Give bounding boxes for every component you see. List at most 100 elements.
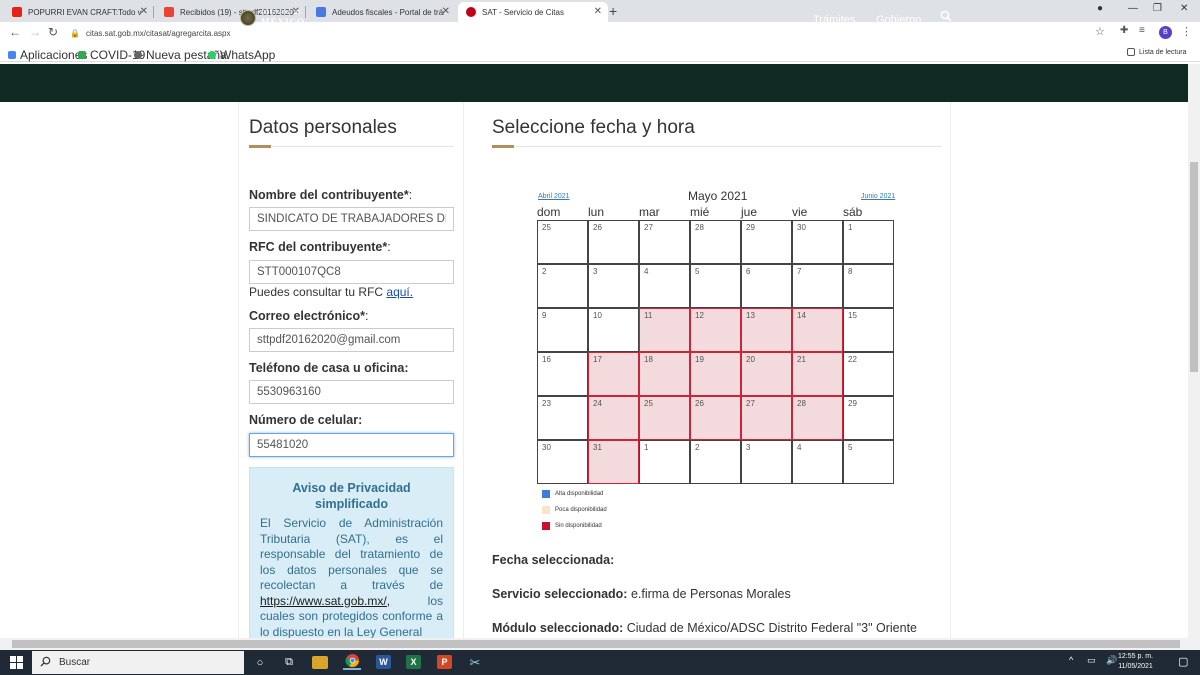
- calendar-day[interactable]: 3: [741, 440, 792, 484]
- home-phone-input[interactable]: [249, 380, 454, 404]
- tab-close-icon[interactable]: ✕: [594, 6, 602, 17]
- maximize-button[interactable]: ❐: [1153, 3, 1162, 14]
- calendar-day-unavailable[interactable]: 26: [690, 396, 741, 440]
- new-tab-button[interactable]: +: [609, 3, 617, 19]
- nav-link-tramites[interactable]: Trámites: [813, 14, 855, 26]
- calendar-day[interactable]: 26: [588, 220, 639, 264]
- calendar-day[interactable]: 8: [843, 264, 894, 308]
- calendar-day[interactable]: 5: [690, 264, 741, 308]
- calendar-day-unavailable[interactable]: 19: [690, 352, 741, 396]
- calendar-day[interactable]: 23: [537, 396, 588, 440]
- taskbar-clock[interactable]: 12:55 p. m. 11/05/2021: [1118, 652, 1153, 672]
- calendar-day[interactable]: 28: [690, 220, 741, 264]
- calendar-day-unavailable[interactable]: 18: [639, 352, 690, 396]
- calendar-day[interactable]: 15: [843, 308, 894, 352]
- profile-avatar[interactable]: B: [1159, 26, 1172, 39]
- calendar-day-unavailable[interactable]: 17: [588, 352, 639, 396]
- calendar-day[interactable]: 25: [537, 220, 588, 264]
- date-time-title: Seleccione fecha y hora: [492, 117, 695, 138]
- legend-label: Alta disponibilidad: [555, 491, 604, 497]
- taskbar-search-box[interactable]: Buscar: [32, 651, 244, 674]
- browser-tab-4[interactable]: SAT - Servicio de Citas ✕: [458, 2, 608, 22]
- calendar-day[interactable]: 29: [843, 396, 894, 440]
- gob-mx-logo[interactable]: GOBIERNO DE MÉXICO: [240, 9, 305, 27]
- calendar-day-unavailable[interactable]: 12: [690, 308, 741, 352]
- reload-icon[interactable]: ↻: [48, 25, 58, 39]
- forward-arrow-icon[interactable]: →: [29, 25, 41, 39]
- back-arrow-icon[interactable]: ←: [9, 25, 21, 39]
- calendar-day[interactable]: 2: [690, 440, 741, 484]
- calendar-day[interactable]: 10: [588, 308, 639, 352]
- calendar-day[interactable]: 30: [792, 220, 843, 264]
- calendar-day[interactable]: 2: [537, 264, 588, 308]
- reading-list[interactable]: Lista de lectura: [1127, 48, 1186, 56]
- sat-website-link[interactable]: https://www.sat.gob.mx/,: [260, 594, 390, 608]
- minimize-button[interactable]: —: [1128, 3, 1138, 14]
- kebab-menu-icon[interactable]: ⋮: [1181, 25, 1192, 38]
- network-icon[interactable]: ▭: [1087, 655, 1096, 666]
- calendar-day-unavailable[interactable]: 31: [588, 440, 639, 484]
- bookmark-4[interactable]: WhatsApp: [208, 48, 275, 62]
- rfc-help: Puedes consultar tu RFC aquí.: [249, 285, 413, 299]
- excel-icon[interactable]: X: [406, 655, 421, 669]
- nav-link-gobierno[interactable]: Gobierno: [876, 14, 921, 26]
- taxpayer-name-input[interactable]: [249, 207, 454, 231]
- tab-close-icon[interactable]: ✕: [442, 6, 450, 17]
- calendar-day-unavailable[interactable]: 25: [639, 396, 690, 440]
- calendar-day-unavailable[interactable]: 27: [741, 396, 792, 440]
- calendar-day[interactable]: 30: [537, 440, 588, 484]
- calendar-day[interactable]: 3: [588, 264, 639, 308]
- cortana-icon[interactable]: ○: [251, 654, 269, 671]
- calendar-day-unavailable[interactable]: 21: [792, 352, 843, 396]
- volume-icon[interactable]: 🔊: [1106, 655, 1117, 666]
- media-control-icon[interactable]: ≡: [1139, 25, 1145, 36]
- horizontal-scroll-thumb[interactable]: [12, 640, 1180, 648]
- calendar-day[interactable]: 16: [537, 352, 588, 396]
- bookmark-1[interactable]: Aplicaciones: [8, 48, 87, 62]
- calendar-day[interactable]: 27: [639, 220, 690, 264]
- vertical-scroll-thumb[interactable]: [1190, 162, 1198, 372]
- calendar-day[interactable]: 29: [741, 220, 792, 264]
- tab-title: POPURRI EVAN CRAFT:Todo va a: [28, 7, 142, 17]
- calendar-day-unavailable[interactable]: 24: [588, 396, 639, 440]
- calendar-day[interactable]: 22: [843, 352, 894, 396]
- snipping-tool-icon[interactable]: ✂: [466, 654, 484, 671]
- calendar-day[interactable]: 6: [741, 264, 792, 308]
- calendar-day-unavailable[interactable]: 14: [792, 308, 843, 352]
- prev-month-link[interactable]: Abril 2021: [538, 193, 570, 200]
- word-icon[interactable]: W: [376, 655, 391, 669]
- browser-tab-1[interactable]: POPURRI EVAN CRAFT:Todo va a ✕: [4, 2, 154, 22]
- tab-close-icon[interactable]: ✕: [140, 6, 148, 17]
- calendar-day[interactable]: 1: [639, 440, 690, 484]
- extensions-puzzle-icon[interactable]: ✚: [1120, 25, 1128, 36]
- email-input[interactable]: [249, 328, 454, 352]
- notifications-icon[interactable]: ▢: [1178, 655, 1188, 668]
- next-month-link[interactable]: Junio 2021: [861, 193, 895, 200]
- calendar-day-unavailable[interactable]: 28: [792, 396, 843, 440]
- calendar-day[interactable]: 9: [537, 308, 588, 352]
- calendar-day[interactable]: 7: [792, 264, 843, 308]
- mobile-phone-input[interactable]: [249, 433, 454, 457]
- calendar-day[interactable]: 5: [843, 440, 894, 484]
- powerpoint-icon[interactable]: P: [437, 655, 452, 669]
- calendar-day-unavailable[interactable]: 20: [741, 352, 792, 396]
- rfc-help-link[interactable]: aquí.: [386, 285, 413, 299]
- browser-tab-3[interactable]: Adeudos fiscales - Portal de trám ✕: [308, 2, 456, 22]
- calendar-day-unavailable[interactable]: 13: [741, 308, 792, 352]
- tab-search-icon[interactable]: ●: [1097, 3, 1103, 14]
- gob-mx-header: [0, 64, 1188, 102]
- tray-chevron-icon[interactable]: ^: [1069, 655, 1073, 665]
- calendar-day[interactable]: 4: [639, 264, 690, 308]
- taxpayer-rfc-input[interactable]: [249, 260, 454, 284]
- close-window-button[interactable]: ✕: [1180, 3, 1188, 14]
- task-view-icon[interactable]: ⧉: [280, 654, 298, 671]
- calendar-day-unavailable[interactable]: 11: [639, 308, 690, 352]
- file-explorer-icon[interactable]: [312, 656, 328, 669]
- calendar-day[interactable]: 1: [843, 220, 894, 264]
- chrome-icon[interactable]: [343, 653, 361, 670]
- windows-start-icon[interactable]: [10, 656, 23, 669]
- calendar-day[interactable]: 4: [792, 440, 843, 484]
- search-icon[interactable]: [940, 10, 952, 25]
- bookmark-star-icon[interactable]: ☆: [1095, 25, 1105, 38]
- url-bar[interactable]: 🔒 citas.sat.gob.mx/citasat/agregarcita.a…: [70, 25, 1120, 41]
